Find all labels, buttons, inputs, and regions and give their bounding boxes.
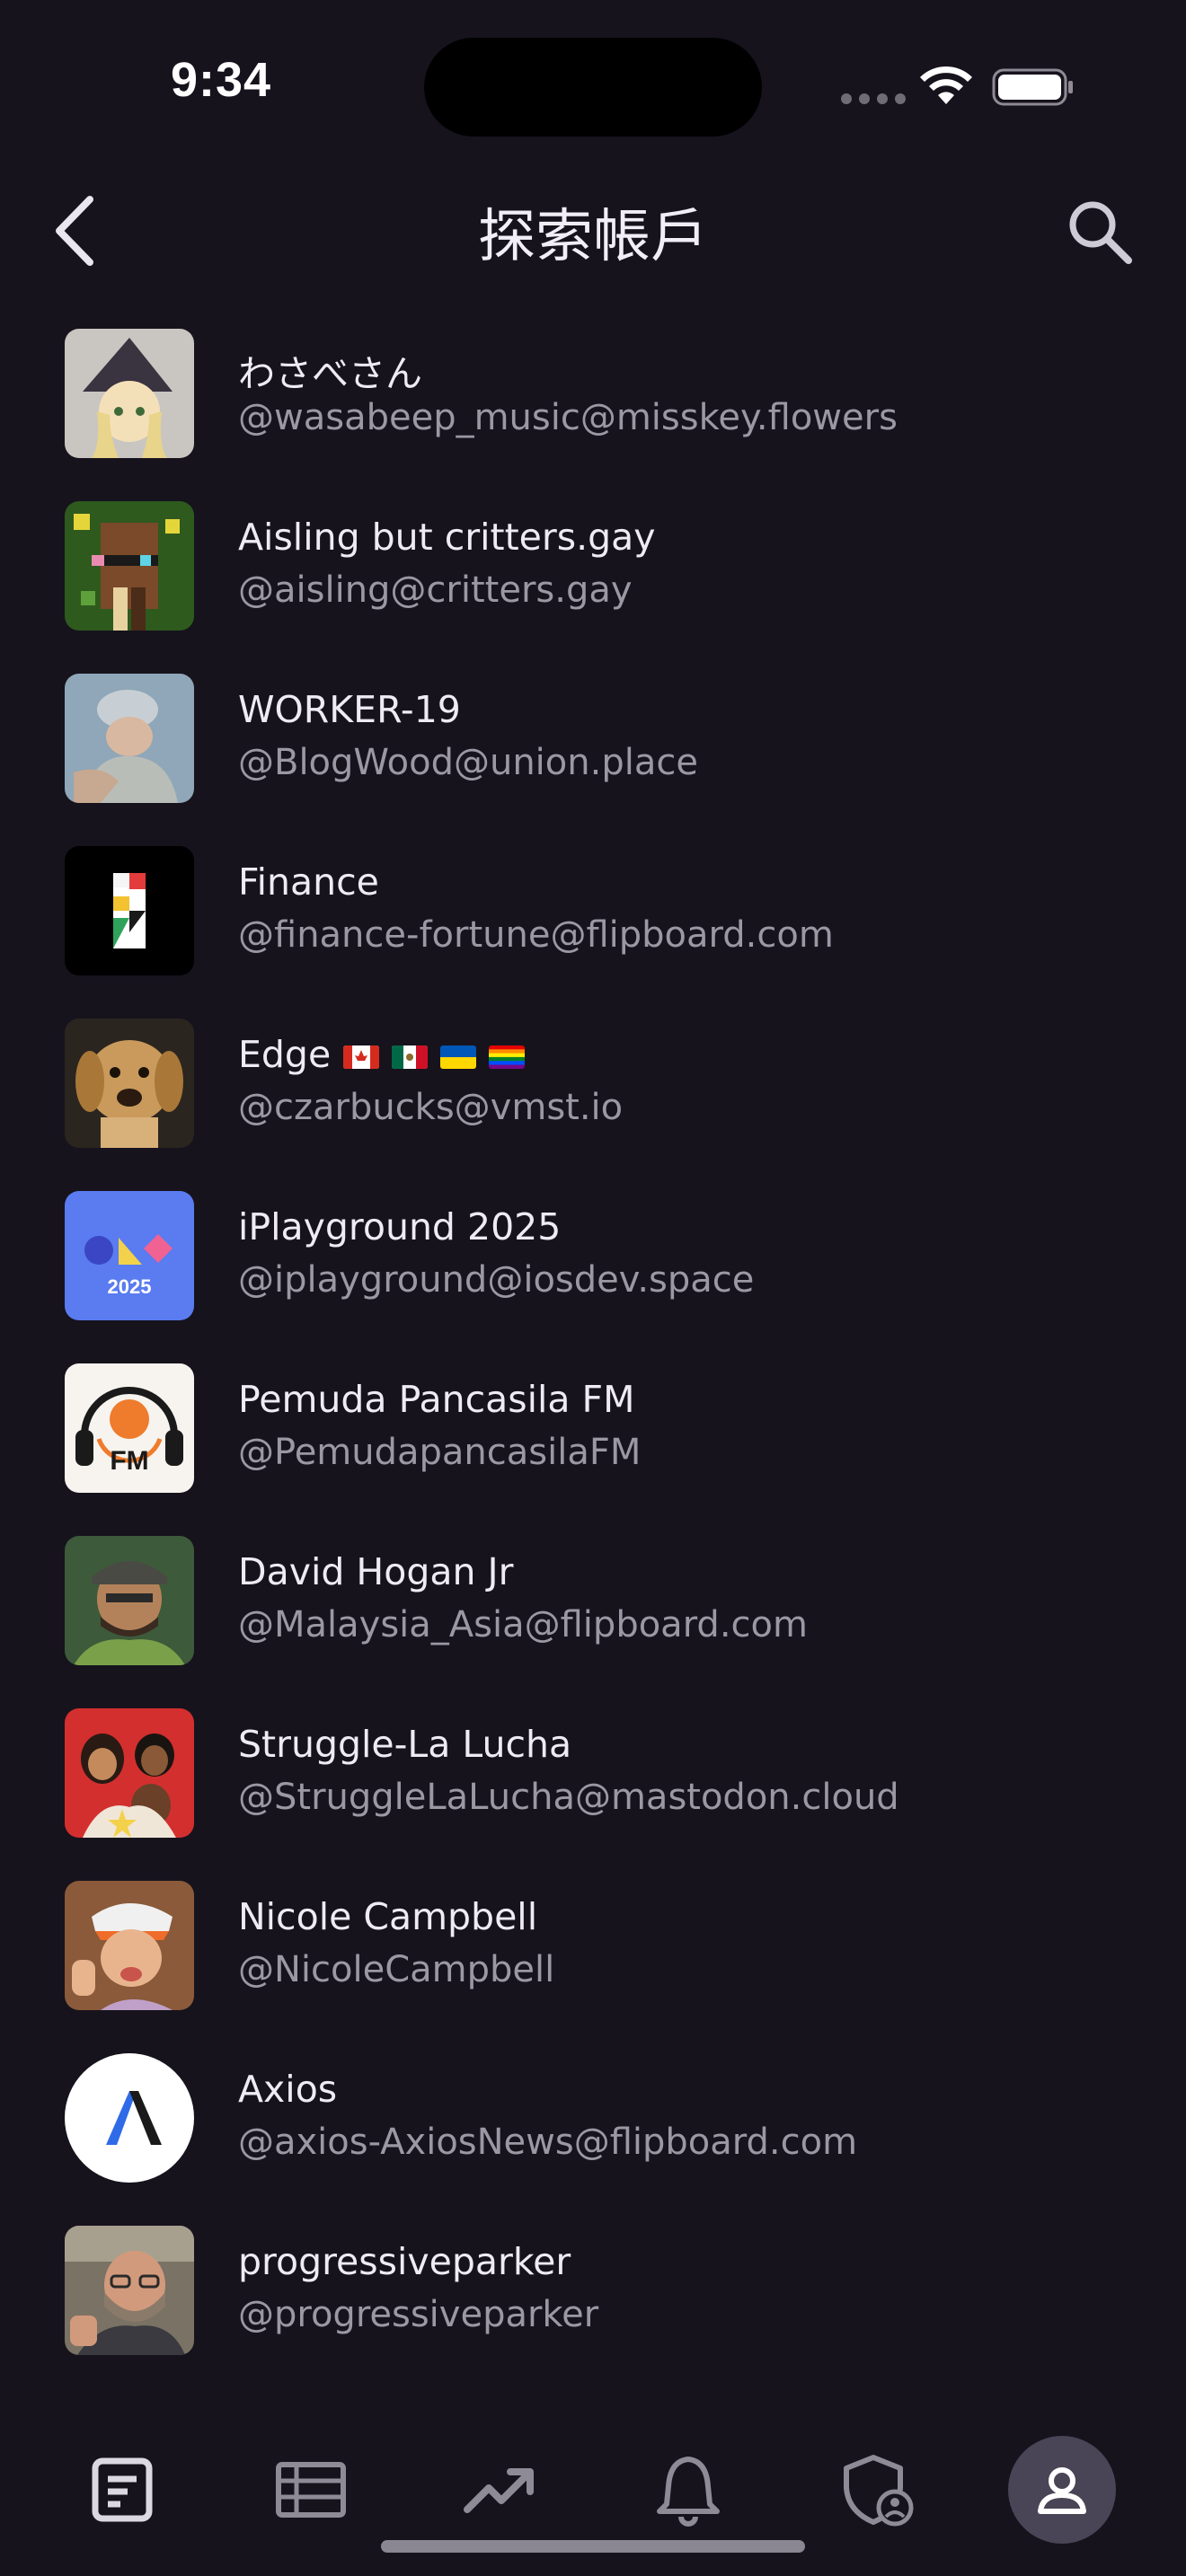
- account-row[interactable]: FM Pemuda Pancasila FM @PemudapancasilaF…: [0, 1351, 1186, 1523]
- account-name: Struggle-La Lucha: [238, 1723, 572, 1766]
- avatar[interactable]: [65, 1881, 194, 2010]
- page-title: 探索帳戶: [478, 204, 708, 270]
- tab-bar: [0, 2425, 1186, 2576]
- trending-icon: [464, 2468, 534, 2513]
- account-name: progressiveparker: [238, 2240, 571, 2283]
- account-handle: @StruggleLaLucha@mastodon.cloud: [238, 1777, 899, 1818]
- account-row[interactable]: WORKER-19 @BlogWood@union.place: [0, 661, 1186, 834]
- avatar[interactable]: [65, 501, 194, 631]
- avatar[interactable]: [65, 674, 194, 803]
- account-row[interactable]: 2025 iPlayground 2025 @iplayground@iosde…: [0, 1178, 1186, 1351]
- avatar[interactable]: [65, 1708, 194, 1838]
- account-handle: @NicoleCampbell: [238, 1949, 555, 1990]
- tab-profile[interactable]: [1008, 2436, 1116, 2544]
- account-name: iPlayground 2025: [238, 1205, 562, 1248]
- account-row[interactable]: progressiveparker @progressiveparker: [0, 2213, 1186, 2386]
- dynamic-island: [424, 38, 762, 137]
- search-icon[interactable]: [1066, 198, 1134, 266]
- account-row[interactable]: David Hogan Jr @Malaysia_Asia@flipboard.…: [0, 1523, 1186, 1696]
- account-handle: @wasabeep_music@misskey.flowers: [238, 397, 898, 438]
- account-name: Edge: [238, 1033, 526, 1076]
- explore-accounts-screen: 9:34 探索帳戶 わさべさん @wasabeep_music@misskey.…: [0, 0, 1186, 2576]
- account-name: Aisling but critters.gay: [238, 516, 656, 559]
- ukraine-flag-icon: [440, 1045, 477, 1069]
- account-handle: @axios-AxiosNews@flipboard.com: [238, 2122, 858, 2163]
- tab-timeline[interactable]: [68, 2436, 176, 2544]
- tab-trending[interactable]: [446, 2436, 553, 2544]
- account-list: わさべさん @wasabeep_music@misskey.flowers Ai…: [0, 316, 1186, 2386]
- account-name: David Hogan Jr: [238, 1550, 514, 1593]
- canada-flag-icon: [343, 1045, 380, 1069]
- avatar[interactable]: [65, 2226, 194, 2355]
- status-time: 9:34: [171, 53, 272, 107]
- account-name: Pemuda Pancasila FM: [238, 1378, 635, 1421]
- home-indicator[interactable]: [381, 2540, 805, 2553]
- avatar[interactable]: FM: [65, 1363, 194, 1493]
- cellular-signal-icon: [841, 93, 906, 104]
- account-handle: @czarbucks@vmst.io: [238, 1087, 624, 1128]
- account-name: Axios: [238, 2068, 338, 2111]
- account-handle: @BlogWood@union.place: [238, 742, 698, 783]
- person-icon: [1038, 2467, 1086, 2514]
- timeline-icon: [92, 2457, 153, 2522]
- account-handle: @aisling@critters.gay: [238, 569, 633, 611]
- account-row[interactable]: Axios @axios-AxiosNews@flipboard.com: [0, 2041, 1186, 2213]
- account-name: WORKER-19: [238, 688, 461, 731]
- tab-moderation[interactable]: [823, 2436, 931, 2544]
- account-handle: @Malaysia_Asia@flipboard.com: [238, 1604, 808, 1645]
- mexico-flag-icon: [392, 1045, 429, 1069]
- account-row[interactable]: Struggle-La Lucha @StruggleLaLucha@masto…: [0, 1696, 1186, 1868]
- account-name: Nicole Campbell: [238, 1895, 538, 1938]
- avatar[interactable]: [65, 1536, 194, 1665]
- avatar[interactable]: 2025: [65, 1191, 194, 1320]
- list-icon: [276, 2462, 346, 2518]
- account-name: Finance: [238, 860, 379, 904]
- account-handle: @PemudapancasilaFM: [238, 1432, 642, 1473]
- account-row[interactable]: わさべさん @wasabeep_music@misskey.flowers: [0, 316, 1186, 489]
- account-handle: @finance-fortune@flipboard.com: [238, 914, 834, 956]
- account-row[interactable]: Aisling but critters.gay @aisling@critte…: [0, 489, 1186, 661]
- wifi-icon: [920, 66, 972, 104]
- avatar[interactable]: [65, 2053, 194, 2183]
- account-handle: @progressiveparker: [238, 2294, 599, 2335]
- rainbow-flag-icon: [489, 1045, 526, 1069]
- tab-notifications[interactable]: [634, 2436, 742, 2544]
- account-row[interactable]: Finance @finance-fortune@flipboard.com: [0, 834, 1186, 1006]
- account-handle: @iplayground@iosdev.space: [238, 1259, 755, 1301]
- account-name: わさべさん: [238, 352, 422, 395]
- shield-person-icon: [844, 2455, 914, 2527]
- battery-icon: [992, 68, 1073, 106]
- avatar[interactable]: [65, 329, 194, 458]
- avatar-label: 2025: [108, 1275, 152, 1298]
- account-row[interactable]: Nicole Campbell @NicoleCampbell: [0, 1868, 1186, 2041]
- bell-icon: [657, 2457, 720, 2527]
- account-row[interactable]: Edge @czarbucks@vmst.io: [0, 1006, 1186, 1178]
- avatar-label: FM: [110, 1446, 148, 1476]
- tab-lists[interactable]: [257, 2436, 365, 2544]
- avatar[interactable]: [65, 1019, 194, 1148]
- avatar[interactable]: [65, 846, 194, 975]
